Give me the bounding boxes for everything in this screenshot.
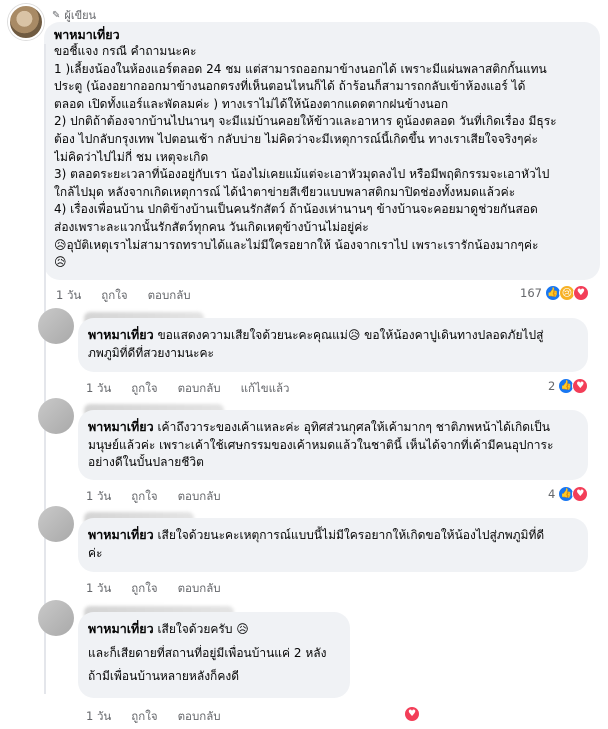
reply-bubble: พาหมาเที่ยว ขอแสดงความเสียใจด้วยนะคะคุณแ… [78, 318, 588, 372]
comment-timestamp[interactable]: 1 วัน [56, 287, 81, 305]
reaction-count: 4 [548, 487, 556, 501]
like-button[interactable]: ถูกใจ [131, 708, 157, 726]
reaction-count: 167 [520, 286, 542, 300]
comment-text-line: ไม่คิดว่าไปไม่กี่ ชม เหตุจะเกิด [54, 149, 209, 164]
reply-text-line: ขอแสดงความเสียใจด้วยนะคะคุณแม่😥 ขอให้น้อ… [157, 328, 544, 342]
reply-text-line: เค้าถึงวาระของเค้าแหละค่ะ อุทิศส่วนกุศลใ… [157, 420, 550, 434]
reply-bubble: พาหมาเที่ยว เสียใจด้วยครับ 😥 และก็เสียดา… [78, 612, 350, 698]
reply-bubble: พาหมาเที่ยว เสียใจด้วยนะคะเหตุการณ์แบบนี… [78, 518, 588, 572]
pen-icon: ✎ [52, 9, 61, 21]
reaction-summary[interactable]: 4 👍 ♥ [548, 486, 589, 502]
reply-actions: 1 วัน ถูกใจ ตอบกลับ แก้ไขแล้ว [86, 380, 290, 398]
reply-author-name[interactable]: พาหมาเที่ยว [88, 621, 154, 636]
comment-text-line: 😥 [54, 255, 67, 270]
comment-text-line: ประตู (น้องอยากออกมาข้างนอกตรงที่เห็นตอน… [54, 79, 526, 94]
comment-text-line: ส่องเพราะละแวกนั้นรักสัตว์ทุกคน วันเกิดเ… [54, 219, 369, 234]
like-button[interactable]: ถูกใจ [101, 287, 127, 305]
reply-text-line: ค่ะ [88, 545, 103, 560]
thread-line [44, 44, 46, 694]
reply-text-line: เสียใจด้วยครับ 😥 [157, 622, 249, 636]
reply-actions: 1 วัน ถูกใจ ตอบกลับ [86, 708, 221, 726]
reply-text-line: มนุษย์แล้วค่ะ เพราะเค้าใช้เศษกรรมของเค้า… [88, 437, 554, 452]
author-avatar[interactable] [8, 4, 44, 40]
reply-avatar[interactable] [38, 398, 74, 434]
reaction-summary[interactable]: 2 👍 ♥ [548, 378, 589, 394]
like-button[interactable]: ถูกใจ [131, 380, 157, 398]
comment-text-line: 2) ปกติถ้าต้องจากบ้านไปนานๆ จะมีแม่บ้านค… [54, 114, 557, 129]
love-reaction-icon: ♥ [572, 285, 589, 301]
reply-timestamp[interactable]: 1 วัน [86, 708, 111, 726]
reply-actions: 1 วัน ถูกใจ ตอบกลับ [86, 488, 221, 506]
reply-button[interactable]: ตอบกลับ [178, 488, 221, 506]
like-button[interactable]: ถูกใจ [131, 488, 157, 506]
reply-avatar[interactable] [38, 600, 74, 636]
reply-timestamp[interactable]: 1 วัน [86, 580, 111, 598]
like-button[interactable]: ถูกใจ [131, 580, 157, 598]
reply-text-line: และก็เสียดายที่สถานที่อยู่มีเพื่อนบ้านแค… [88, 645, 327, 660]
reply-avatar[interactable] [38, 308, 74, 344]
comment-actions: 1 วัน ถูกใจ ตอบกลับ [56, 287, 191, 305]
reply-avatar[interactable] [38, 506, 74, 542]
reply-button[interactable]: ตอบกลับ [178, 380, 221, 398]
reaction-summary[interactable]: ♥ [404, 706, 420, 722]
reply-text-line: ภพภูมิที่ดีที่สวยงามนะคะ [88, 345, 214, 360]
reply-text-line: ถ้ามีเพื่อนบ้านหลายหลังก็คงดี [88, 669, 239, 684]
reply-actions: 1 วัน ถูกใจ ตอบกลับ [86, 580, 221, 598]
comment-text-line: 3) ตลอดระยะเวลาที่น้องอยู่กับเรา น้องไม่… [54, 167, 550, 182]
comment-text-line: ต้อง ไปกลับกรุงเทพ ไปตอนเช้า กลับบ่าย ไม… [54, 131, 538, 146]
reply-button[interactable]: ตอบกลับ [178, 708, 221, 726]
reply-button[interactable]: ตอบกลับ [148, 287, 191, 305]
reply-timestamp[interactable]: 1 วัน [86, 380, 111, 398]
love-reaction-icon: ♥ [572, 486, 589, 502]
reply-author-name[interactable]: พาหมาเที่ยว [88, 419, 154, 434]
love-reaction-icon: ♥ [572, 378, 589, 394]
reply-text-line: อย่างดีในบั้นปลายชีวิต [88, 455, 204, 470]
comment-text-line: 😥อุบัติเหตุเราไม่สามารถทราบได้และไม่มีใค… [54, 237, 539, 252]
comment-text-line: ใกล้ไปมุด หลังจากเกิดเหตุการณ์ ได้นำตาข่… [54, 184, 516, 199]
main-comment-bubble: พาหมาเที่ยว ขอชี้แจง กรณี คำถามนะคะ 1 )เ… [44, 22, 600, 280]
reaction-count: 2 [548, 379, 556, 393]
comment-text-line: 4) เรื่องเพื่อนบ้าน ปกติข้างบ้านเป็นคนรั… [54, 202, 538, 217]
comment-text-line: ขอชี้แจง กรณี คำถามนะคะ [54, 44, 197, 58]
reply-button[interactable]: ตอบกลับ [178, 580, 221, 598]
reaction-summary[interactable]: 167 👍 😢 ♥ [520, 285, 589, 301]
comment-author-name[interactable]: พาหมาเที่ยว [54, 26, 590, 43]
reply-author-name[interactable]: พาหมาเที่ยว [88, 327, 154, 342]
reply-bubble: พาหมาเที่ยว เค้าถึงวาระของเค้าแหละค่ะ อุ… [78, 410, 588, 480]
comment-text-line: 1 )เลี้ยงน้องในห้องแอร์ตลอด 24 ชม แต่สาม… [54, 61, 547, 76]
reply-text-line: เสียใจด้วยนะคะเหตุการณ์แบบนี้ไม่มีใครอยา… [157, 528, 545, 542]
edited-label: แก้ไขแล้ว [240, 381, 290, 395]
reply-author-name[interactable]: พาหมาเที่ยว [88, 527, 154, 542]
comment-text-line: ตลอด เปิดทั้งแอร์และพัดลมค่ะ ) ทางเราไม่… [54, 96, 449, 111]
love-reaction-icon: ♥ [404, 706, 420, 722]
reply-timestamp[interactable]: 1 วัน [86, 488, 111, 506]
